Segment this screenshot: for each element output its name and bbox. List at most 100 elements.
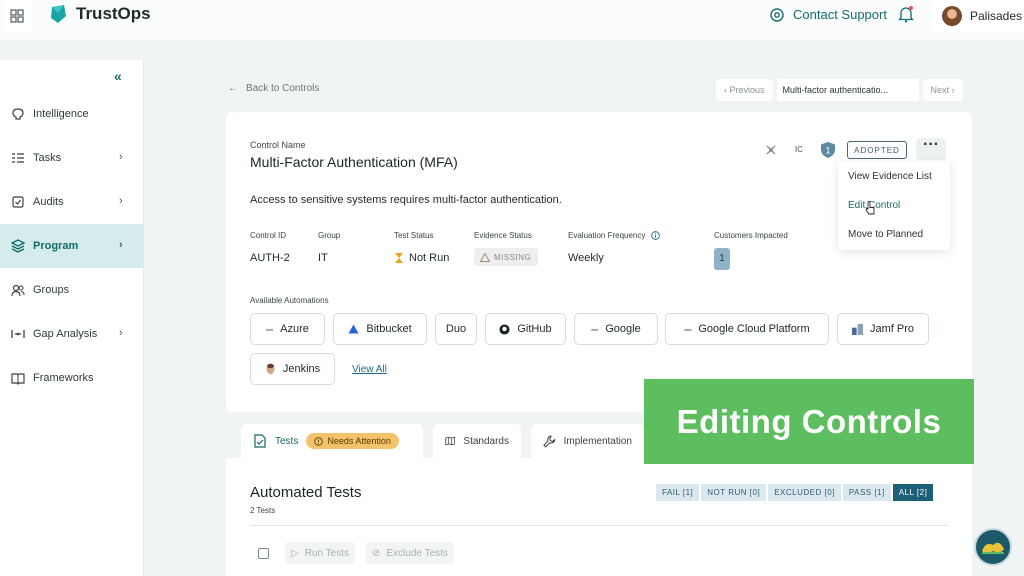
block-icon: ⊘: [372, 547, 381, 559]
chevron-right-icon: ›: [119, 195, 123, 207]
filter-not-run[interactable]: NOT RUN [0]: [701, 484, 767, 501]
automation-chip-duo[interactable]: Duo: [435, 313, 477, 345]
filter-excluded[interactable]: EXCLUDED [0]: [768, 484, 841, 501]
automation-label: Duo: [445, 323, 467, 335]
jenkins-icon: [266, 363, 275, 374]
support-label: Contact Support: [793, 7, 887, 22]
shield-icon: 1: [821, 142, 835, 158]
filter-pass[interactable]: PASS [1]: [842, 484, 891, 501]
control-id-value: AUTH-2: [250, 252, 290, 264]
map-icon: [445, 436, 456, 446]
tab-implementation[interactable]: Implementation: [531, 424, 644, 458]
tab-implementation-label: Implementation: [563, 435, 632, 447]
channel-logo-icon: [974, 528, 1012, 566]
automation-chip-github[interactable]: GitHub: [485, 313, 566, 345]
automation-chip-google[interactable]: ▬ Google: [574, 313, 658, 345]
sidebar-item-gap-analysis[interactable]: Gap Analysis ›: [0, 312, 144, 356]
next-button[interactable]: Next ›: [922, 79, 963, 101]
test-status-text: Not Run: [409, 252, 450, 264]
sidebar-item-label: Groups: [33, 284, 70, 296]
control-name: Multi-Factor Authentication (MFA): [250, 154, 458, 170]
sidebar-item-audits[interactable]: Audits ›: [0, 180, 144, 224]
sidebar-item-label: Intelligence: [33, 108, 89, 120]
warning-icon: [480, 252, 490, 262]
play-icon: ▷: [291, 547, 299, 559]
sidebar-item-intelligence[interactable]: Intelligence: [0, 92, 144, 136]
sidebar-item-groups[interactable]: Groups: [0, 268, 144, 312]
back-to-controls-link[interactable]: ← Back to Controls: [228, 83, 319, 94]
mouse-cursor-icon: [865, 201, 875, 215]
sidebar-item-label: Gap Analysis: [33, 328, 98, 340]
bell-icon[interactable]: [897, 5, 915, 28]
control-card: Control Name Multi-Factor Authentication…: [226, 112, 972, 412]
automation-chip-bitbucket[interactable]: Bitbucket: [333, 313, 427, 345]
logo-mark-icon: [51, 5, 66, 23]
filter-all[interactable]: ALL [2]: [892, 484, 934, 501]
evaluation-frequency-label: Evaluation Frequency: [568, 231, 646, 240]
sidebar: « Intelligence Tasks › Audits › Program …: [0, 60, 144, 576]
automated-tests-panel: Automated Tests 2 Tests FAIL [1] NOT RUN…: [226, 458, 972, 576]
sidebar-item-label: Tasks: [33, 152, 62, 164]
alert-circle-icon: [314, 436, 324, 446]
exclude-tests-button[interactable]: ⊘ Exclude Tests: [366, 542, 454, 564]
tab-standards[interactable]: Standards: [433, 424, 521, 458]
info-icon[interactable]: [651, 231, 661, 240]
control-description: Access to sensitive systems requires mul…: [250, 194, 562, 206]
automation-chip-azure[interactable]: ▬ Azure: [250, 313, 325, 345]
evaluation-frequency-value: Weekly: [568, 252, 604, 264]
run-tests-button[interactable]: ▷ Run Tests: [285, 542, 355, 564]
tab-tests[interactable]: Tests Needs Attention: [241, 424, 423, 458]
google-icon: ▬: [591, 325, 599, 333]
unlink-icon[interactable]: [764, 143, 778, 157]
apps-grid-icon[interactable]: [2, 1, 32, 31]
automation-chip-google-cloud-platform[interactable]: ▬ Google Cloud Platform: [665, 313, 829, 345]
automation-label: Jenkins: [282, 363, 321, 375]
sidebar-nav: Intelligence Tasks › Audits › Program › …: [0, 92, 144, 400]
automation-label: Azure: [280, 323, 309, 335]
shield-count: 1: [825, 146, 830, 156]
menu-item-move-to-planned[interactable]: Move to Planned: [838, 220, 950, 249]
automation-label: Jamf Pro: [869, 323, 914, 335]
avatar: [942, 6, 962, 26]
menu-item-view-evidence-list[interactable]: View Evidence List: [838, 162, 950, 191]
previous-button[interactable]: ‹ Previous: [716, 79, 773, 101]
chevron-right-icon: ›: [119, 151, 123, 163]
layers-icon: [11, 239, 25, 253]
filter-fail[interactable]: FAIL [1]: [656, 484, 700, 501]
automation-chip-jamf-pro[interactable]: Jamf Pro: [837, 313, 929, 345]
evidence-status-label: Evidence Status: [474, 231, 532, 240]
hourglass-icon: [395, 253, 403, 263]
sidebar-item-program[interactable]: Program ›: [0, 224, 144, 268]
needs-attention-badge: Needs Attention: [306, 433, 399, 449]
book-icon: [11, 371, 25, 385]
control-name-label: Control Name: [250, 140, 306, 150]
group-value: IT: [318, 252, 328, 264]
sidebar-item-tasks[interactable]: Tasks ›: [0, 136, 144, 180]
user-menu[interactable]: Palisades: [934, 0, 1024, 32]
select-all-checkbox[interactable]: [258, 548, 269, 559]
automation-chip-jenkins[interactable]: Jenkins: [250, 353, 335, 385]
contact-support-link[interactable]: Contact Support: [770, 7, 887, 22]
app-logo[interactable]: TrustOps: [48, 4, 151, 24]
evidence-status-badge: MISSING: [474, 248, 538, 266]
more-options-button[interactable]: ···: [916, 137, 946, 160]
tests-icon: [254, 434, 266, 448]
test-status-label: Test Status: [394, 231, 434, 240]
collapse-sidebar-icon[interactable]: «: [114, 68, 122, 84]
run-tests-label: Run Tests: [304, 547, 349, 559]
current-control-selector[interactable]: Multi-factor authenticatio...: [776, 79, 919, 101]
github-icon: [499, 323, 510, 335]
view-all-link[interactable]: View All: [352, 364, 387, 375]
sidebar-item-label: Audits: [33, 196, 64, 208]
record-pager: ‹ Previous Multi-factor authenticatio...…: [716, 78, 963, 102]
control-id-label: Control ID: [250, 231, 287, 240]
automation-label: GitHub: [517, 323, 552, 335]
customers-impacted-badge[interactable]: 1: [714, 248, 730, 270]
menu-item-edit-control[interactable]: Edit Control: [838, 191, 950, 220]
test-status-value: Not Run: [394, 252, 449, 264]
automation-label: Google Cloud Platform: [698, 323, 810, 335]
sidebar-item-label: Frameworks: [33, 372, 94, 384]
gap-icon: [11, 327, 25, 341]
sidebar-item-frameworks[interactable]: Frameworks: [0, 356, 144, 400]
automated-tests-title: Automated Tests: [250, 484, 362, 501]
